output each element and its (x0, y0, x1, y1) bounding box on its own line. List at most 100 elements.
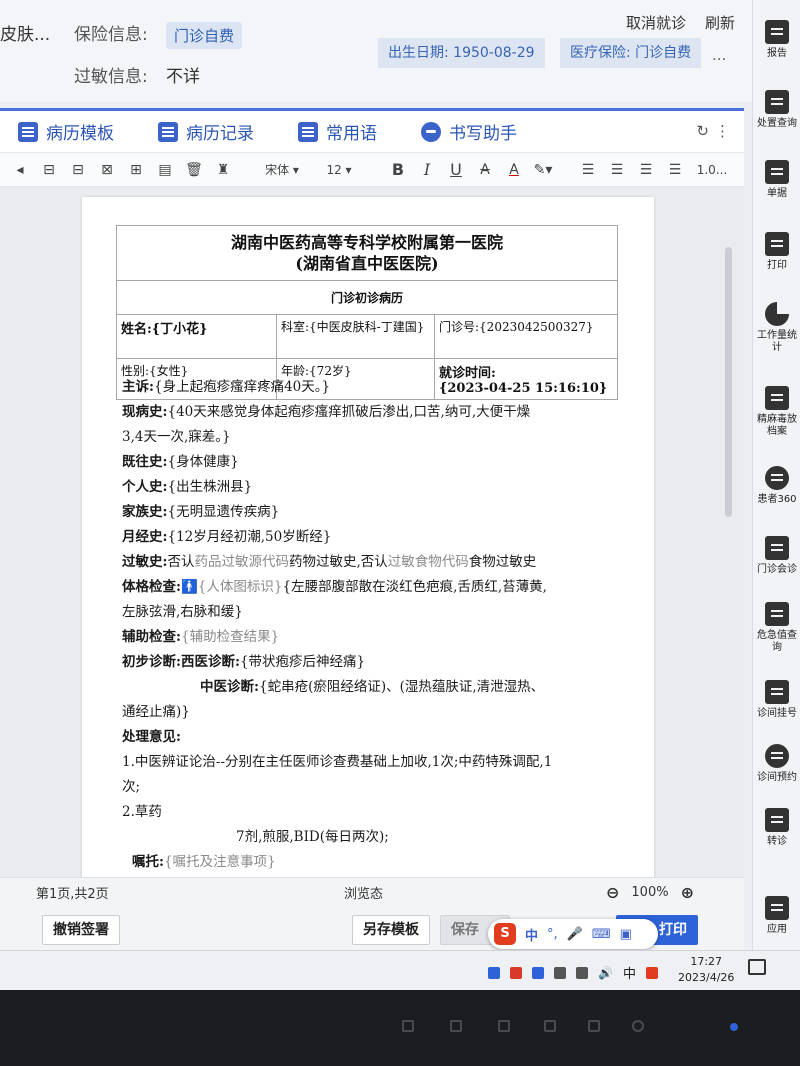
delete-row-icon[interactable]: ⊟ (66, 158, 90, 182)
printer-icon (765, 232, 789, 256)
sogou-tray-icon[interactable] (645, 966, 658, 979)
scroll-left-icon[interactable]: ◂ (8, 158, 32, 182)
record-title: 门诊初诊病历 (116, 280, 618, 315)
notification-icon[interactable] (748, 959, 766, 975)
align-left-icon[interactable]: ☰ (576, 158, 600, 182)
document-page[interactable]: 湖南中医药高等专科学校附属第一医院 (湖南省直中医医院) 门诊初诊病历 姓名:{丁… (82, 197, 654, 877)
zoom-in-icon[interactable]: ⊕ (681, 883, 694, 902)
monitor-menu-icon[interactable] (402, 1020, 414, 1032)
ime-floating-bar[interactable]: S 中 °, 🎤 ⌨ ▣ (488, 919, 658, 949)
sidebar-item-print[interactable]: 打印 (753, 232, 800, 272)
receipt-icon (765, 160, 789, 184)
sidebar-item-referral[interactable]: 转诊 (753, 808, 800, 848)
more-info-button[interactable]: ... (712, 46, 726, 64)
document-area: 湖南中医药高等专科学校附属第一医院 (湖南省直中医医院) 门诊初诊病历 姓名:{丁… (0, 187, 744, 877)
record-body[interactable]: 主诉:{身上起疱疹瘙痒疼痛40天。} 现病史:{40天来感觉身体起疱疹瘙痒抓破后… (122, 375, 622, 875)
monitor-button-icon[interactable] (588, 1020, 600, 1032)
tab-bar-controls[interactable]: ↻⋮ (696, 122, 736, 140)
patient-info-bar: 皮肤... 保险信息: 门诊自费 过敏信息: 不详 出生日期: 1950-08-… (0, 0, 752, 102)
refresh-button[interactable]: 刷新 (705, 12, 735, 33)
insert-row-icon[interactable]: ⊟ (37, 158, 61, 182)
antivirus-icon[interactable] (510, 966, 522, 979)
monitor-button-icon[interactable] (498, 1020, 510, 1032)
format-painter-icon[interactable]: ♜ (211, 158, 235, 182)
past-history: 既往史:{身体健康} (122, 454, 239, 470)
insert-cell-icon[interactable]: ⊞ (124, 158, 148, 182)
patient-360-icon (765, 466, 789, 490)
tcm-diagnosis-cont: 通经止痛)} (122, 704, 190, 720)
network-icon[interactable] (576, 966, 588, 979)
app-tray-icon[interactable] (554, 966, 566, 979)
italic-button[interactable]: I (415, 158, 439, 182)
align-center-icon[interactable]: ☰ (605, 158, 629, 182)
view-mode: 浏览态 (344, 887, 384, 902)
save-template-button[interactable]: 另存模板 (352, 915, 430, 945)
table-icon[interactable]: ▤ (153, 158, 177, 182)
report-icon (765, 20, 789, 44)
chat-icon (298, 121, 318, 142)
revoke-sign-button[interactable]: 撤销签署 (42, 915, 120, 945)
cancel-visit-button[interactable]: 取消就诊 (626, 12, 686, 33)
ime-language-toggle[interactable]: 中 (525, 925, 538, 944)
reload-icon[interactable]: ↻ (696, 122, 715, 140)
tab-record-history[interactable]: 病历记录 (158, 119, 254, 144)
sidebar-item-consultation[interactable]: 门诊会诊 (753, 536, 800, 576)
monitor-button-icon[interactable] (544, 1020, 556, 1032)
trash-icon[interactable]: 🗑 (182, 158, 206, 182)
body-figure-icon[interactable]: 🚹 (181, 579, 198, 595)
cell-delete-icon[interactable]: ⊠ (95, 158, 119, 182)
sidebar-item-critical-value[interactable]: 危急值查询 (753, 602, 800, 654)
tab-common-phrases[interactable]: 常用语 (298, 119, 377, 144)
sidebar-item-patient-360[interactable]: 患者360 (753, 466, 800, 506)
sidebar-item-registration[interactable]: 诊间挂号 (753, 680, 800, 720)
department-fragment: 皮肤... (0, 25, 51, 45)
font-color-button[interactable]: A (502, 158, 526, 182)
monitor-button-icon[interactable] (450, 1020, 462, 1032)
microphone-icon[interactable]: 🎤 (567, 927, 583, 942)
sidebar-item-apps[interactable]: 应用 (753, 896, 800, 936)
strikethrough-button[interactable]: A (473, 158, 497, 182)
volume-icon[interactable]: 🔊 (598, 966, 613, 980)
font-size-select[interactable]: 12 ▾ (313, 158, 365, 182)
treatment-item-1-cont: 次; (122, 779, 141, 795)
ime-punctuation-toggle[interactable]: °, (547, 927, 558, 942)
treatment-item-2: 2.草药 (122, 804, 162, 820)
referral-icon (765, 808, 789, 832)
document-scrollbar[interactable] (725, 247, 732, 517)
disposal-query-icon (765, 90, 789, 114)
toolbox-icon[interactable]: ▣ (620, 927, 632, 942)
medical-insurance: 医疗保险: 门诊自费 (560, 38, 702, 68)
sidebar-item-report[interactable]: 报告 (753, 20, 800, 60)
zoom-out-icon[interactable]: ⊖ (606, 883, 619, 902)
font-family-select[interactable]: 宋体 ▾ (256, 158, 308, 182)
allergy-value: 不详 (166, 67, 200, 87)
underline-button[interactable]: U (444, 158, 468, 182)
apps-icon (765, 896, 789, 920)
security-icon[interactable] (532, 966, 544, 979)
sidebar-item-disposal-query[interactable]: 处置查询 (753, 90, 800, 130)
bold-button[interactable]: B (386, 158, 410, 182)
sidebar-item-receipt[interactable]: 单据 (753, 160, 800, 200)
insurance-label: 保险信息: (74, 25, 148, 45)
bluetooth-icon[interactable] (488, 966, 500, 979)
critical-value-icon (765, 602, 789, 626)
highlight-icon[interactable]: ✎▾ (531, 158, 555, 182)
more-vertical-icon[interactable]: ⋮ (715, 122, 736, 140)
monitor-power-icon[interactable] (632, 1020, 644, 1032)
tab-record-template[interactable]: 病历模板 (18, 119, 114, 144)
keyboard-icon[interactable]: ⌨ (592, 927, 611, 942)
clock-date: 2023/4/26 (678, 971, 735, 984)
patient-name: 姓名:{丁小花} (116, 314, 277, 359)
tab-writing-assistant[interactable]: 书写助手 (421, 119, 517, 144)
treatment-label: 处理意见: (122, 729, 181, 745)
justify-icon[interactable]: ☰ (663, 158, 687, 182)
input-language[interactable]: 中 (623, 963, 636, 982)
clock-time: 17:27 (690, 955, 723, 968)
align-right-icon[interactable]: ☰ (634, 158, 658, 182)
sidebar-item-appointment[interactable]: 诊间预约 (753, 744, 800, 784)
line-spacing-select[interactable]: 1.0... (692, 158, 732, 182)
sidebar-item-workload[interactable]: 工作量统计 (753, 302, 800, 354)
system-clock[interactable]: 17:27 2023/4/26 (678, 954, 734, 986)
editor-tab-bar: 病历模板 病历记录 常用语 书写助手 ↻⋮ (0, 111, 744, 153)
sidebar-item-controlled-drugs[interactable]: 精麻毒放档案 (753, 386, 800, 438)
